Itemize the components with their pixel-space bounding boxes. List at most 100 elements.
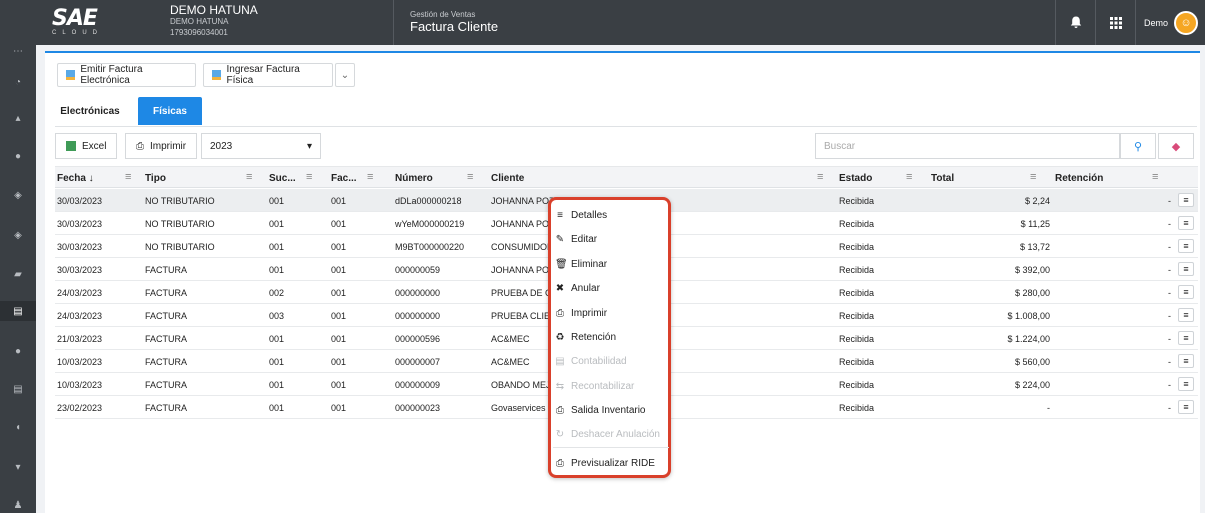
sidebar-chart-icon[interactable]: ▴ [0, 108, 36, 128]
col-estado[interactable]: Estado [839, 167, 889, 189]
user-menu[interactable]: Demo ☺ [1135, 0, 1205, 45]
tab-fisicas[interactable]: Físicas [138, 97, 202, 125]
cell-numero: 000000596 [395, 333, 441, 344]
sidebar-settings-icon[interactable]: ● [0, 341, 36, 361]
excel-label: Excel [82, 140, 107, 152]
menu-item-eliminar[interactable]: 🗑 Eliminar [555, 253, 667, 275]
excel-button[interactable]: Excel [55, 133, 118, 159]
row-menu-icon[interactable]: ≡ [1178, 216, 1194, 230]
eraser-icon[interactable]: ◆ [1158, 133, 1194, 159]
col-numero[interactable]: Número [395, 167, 455, 189]
company-info[interactable]: DEMO HATUNA DEMO HATUNA 1793096034001 [170, 4, 258, 38]
print-button[interactable]: ⎙ Imprimir [125, 133, 198, 159]
menu-item-previsualizar-ride[interactable]: ⎙ Previsualizar RIDE [555, 452, 667, 474]
cell-ret: - [1168, 264, 1171, 275]
row-menu-icon[interactable]: ≡ [1178, 354, 1194, 368]
apps-grid-icon[interactable] [1095, 0, 1135, 45]
col-tipo[interactable]: Tipo [145, 167, 205, 189]
sidebar-user-icon[interactable]: ♟ [0, 495, 36, 513]
cell-tipo: FACTURA [145, 402, 188, 413]
sidebar-collapse-icon[interactable]: ⋯ [0, 41, 36, 61]
menu-item-recontabilizar: ⇆ Recontabilizar [555, 375, 667, 397]
sidebar-invoice-icon[interactable]: ▤ [0, 379, 36, 399]
filter-icon[interactable]: ≡ [817, 171, 823, 183]
filter-icon[interactable]: ≡ [246, 171, 252, 183]
filter-icon[interactable]: ≡ [906, 171, 912, 183]
app-logo[interactable]: SAE CLOUD [0, 0, 150, 45]
menu-item-imprimir[interactable]: ⎙ Imprimir [555, 302, 667, 324]
row-menu-icon[interactable]: ≡ [1178, 239, 1194, 253]
cell-fac: 001 [331, 264, 347, 275]
filter-icon[interactable]: ≡ [125, 171, 131, 183]
row-menu-icon[interactable]: ≡ [1178, 377, 1194, 391]
filter-icon[interactable]: ≡ [467, 171, 473, 183]
row-menu-icon[interactable]: ≡ [1178, 331, 1194, 345]
notifications-bell-icon[interactable] [1055, 0, 1095, 45]
cell-ret: - [1168, 402, 1171, 413]
cell-fecha: 21/03/2023 [57, 333, 103, 344]
excel-icon [66, 141, 76, 151]
year-select[interactable]: 2023 ▾ [201, 133, 321, 159]
sidebar-users-icon[interactable]: ● [0, 146, 36, 166]
menu-item-detalles[interactable]: ≡ Detalles [555, 204, 667, 226]
cell-suc: 001 [269, 264, 285, 275]
filter-icon[interactable]: ≡ [1152, 171, 1158, 183]
sidebar-handshake-icon[interactable]: ◈ [0, 185, 36, 205]
row-menu-icon[interactable]: ≡ [1178, 262, 1194, 276]
cell-fecha: 30/03/2023 [57, 218, 103, 229]
row-menu-icon[interactable]: ≡ [1178, 285, 1194, 299]
chevron-down-icon[interactable]: ⌄ [335, 63, 355, 87]
menu-item-salida-inventario[interactable]: ⎙ Salida Inventario [555, 399, 667, 421]
caret-down-icon: ▾ [306, 140, 312, 152]
menu-item-icon: ✎ [555, 233, 565, 245]
cell-fac: 001 [331, 195, 347, 206]
cell-fac: 001 [331, 356, 347, 367]
tab-electronicas[interactable]: Electrónicas [55, 97, 125, 125]
menu-item-label: Anular [571, 282, 600, 294]
ingresar-factura-label: Ingresar Factura Física [226, 64, 300, 86]
ingresar-factura-button[interactable]: Ingresar Factura Física [203, 63, 333, 87]
menu-item-retención[interactable]: ♻ Retención [555, 326, 667, 348]
cell-estado: Recibida [839, 287, 875, 298]
cell-tipo: FACTURA [145, 287, 188, 298]
row-menu-icon[interactable]: ≡ [1178, 308, 1194, 322]
row-context-menu: ≡ Detalles ✎ Editar 🗑 Eliminar ✖ Anular ⎙ Imprimi… [548, 197, 671, 478]
filter-icon[interactable]: ≡ [1030, 171, 1036, 183]
col-sucursal[interactable]: Suc... [269, 167, 309, 189]
menu-item-icon: ⎙ [556, 404, 564, 416]
sidebar-truck-icon[interactable]: ▰ [0, 264, 36, 284]
row-menu-icon[interactable]: ≡ [1178, 400, 1194, 414]
menu-item-editar[interactable]: ✎ Editar [555, 228, 667, 250]
col-total[interactable]: Total [931, 167, 971, 189]
menu-item-icon: ≡ [557, 209, 563, 221]
filter-icon[interactable]: ≡ [306, 171, 312, 183]
sidebar-shield-icon[interactable]: ◖ [0, 417, 36, 437]
search-icon[interactable]: ⚲ [1120, 133, 1156, 159]
sidebar-dashboard-icon[interactable]: ◔ [0, 72, 36, 92]
col-fecha[interactable]: Fecha ↓ [57, 167, 117, 189]
emitir-factura-button[interactable]: Emitir Factura Electrónica [57, 63, 196, 87]
sidebar-cart-icon[interactable]: ▾ [0, 457, 36, 477]
filter-icon[interactable]: ≡ [367, 171, 373, 183]
cell-ret: - [1168, 241, 1171, 252]
menu-item-icon: ▤ [555, 355, 565, 367]
cell-numero: 000000000 [395, 310, 441, 321]
sidebar-handshake2-icon[interactable]: ◈ [0, 225, 36, 245]
menu-item-label: Editar [571, 233, 598, 245]
cell-ret: - [1168, 287, 1171, 298]
sidebar-billing-icon[interactable]: ▤ [0, 301, 36, 321]
avatar: ☺ [1174, 10, 1199, 35]
menu-item-anular[interactable]: ✖ Anular [555, 277, 667, 299]
cell-total: - [1047, 402, 1050, 413]
col-factura[interactable]: Fac... [331, 167, 371, 189]
company-subname: DEMO HATUNA [170, 17, 229, 26]
col-retencion[interactable]: Retención [1055, 167, 1115, 189]
col-cliente[interactable]: Cliente [491, 167, 571, 189]
cell-estado: Recibida [839, 241, 875, 252]
cell-tipo: FACTURA [145, 356, 188, 367]
cell-total: $ 1.224,00 [1007, 333, 1050, 344]
menu-item-label: Retención [571, 331, 617, 343]
row-menu-icon[interactable]: ≡ [1178, 193, 1194, 207]
table-header: Fecha ↓ ≡ Tipo ≡ Suc... ≡ Fac... ≡ Númer… [55, 166, 1198, 188]
search-input[interactable]: Buscar [815, 133, 1120, 159]
